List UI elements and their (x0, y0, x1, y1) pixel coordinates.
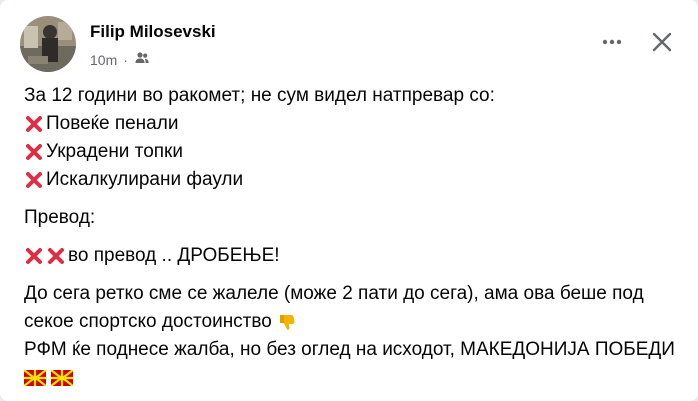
post-paragraph: До сега ретко сме се жалеле (може 2 пати… (24, 280, 678, 336)
paragraph-text: До сега ретко сме се жалеле (може 2 пати… (24, 283, 644, 332)
list-item-text: Повеќе пенали (46, 113, 179, 134)
post-body: За 12 години во ракомет; не сум видел на… (24, 82, 678, 392)
close-icon[interactable] (646, 26, 678, 58)
cross-mark-icon (26, 144, 42, 160)
macedonia-flag-icon (24, 369, 46, 386)
post-meta: 10m · (90, 50, 150, 69)
cross-mark-icon (26, 172, 42, 188)
more-horizontal-icon[interactable] (596, 26, 628, 58)
post-intro: За 12 години во ракомет; не сум видел на… (24, 85, 495, 106)
paragraph-text: РФМ ќе поднесе жалба, но без оглед на ис… (24, 339, 675, 360)
translation-text: во превод .. ДРОБЕЊЕ! (68, 245, 280, 266)
post-actions (596, 26, 678, 58)
meta-separator: · (123, 51, 128, 68)
list-item: Украдени топки (24, 138, 678, 166)
translation-line: во превод .. ДРОБЕЊЕ! (24, 242, 678, 270)
list-item-text: Украдени топки (46, 141, 183, 162)
post-card: Filip Milosevski 10m · За 12 години во р… (0, 0, 698, 401)
list-item-text: Искалкулирани фаули (46, 169, 244, 190)
post-header: Filip Milosevski 10m · (20, 14, 678, 74)
avatar[interactable] (20, 16, 76, 72)
list-item: Повеќе пенали (24, 110, 678, 138)
translation-label: Превод: (24, 207, 96, 228)
author-name[interactable]: Filip Milosevski (90, 22, 216, 42)
cross-mark-icon (26, 248, 42, 264)
list-item: Искалкулирани фаули (24, 166, 678, 194)
thumbs-down-icon (280, 314, 295, 330)
post-paragraph: РФМ ќе поднесе жалба, но без оглед на ис… (24, 336, 678, 392)
friends-icon[interactable] (134, 50, 150, 69)
macedonia-flag-icon (51, 369, 74, 386)
cross-mark-icon (48, 248, 64, 264)
cross-mark-icon (26, 116, 42, 132)
post-time[interactable]: 10m (90, 52, 117, 68)
